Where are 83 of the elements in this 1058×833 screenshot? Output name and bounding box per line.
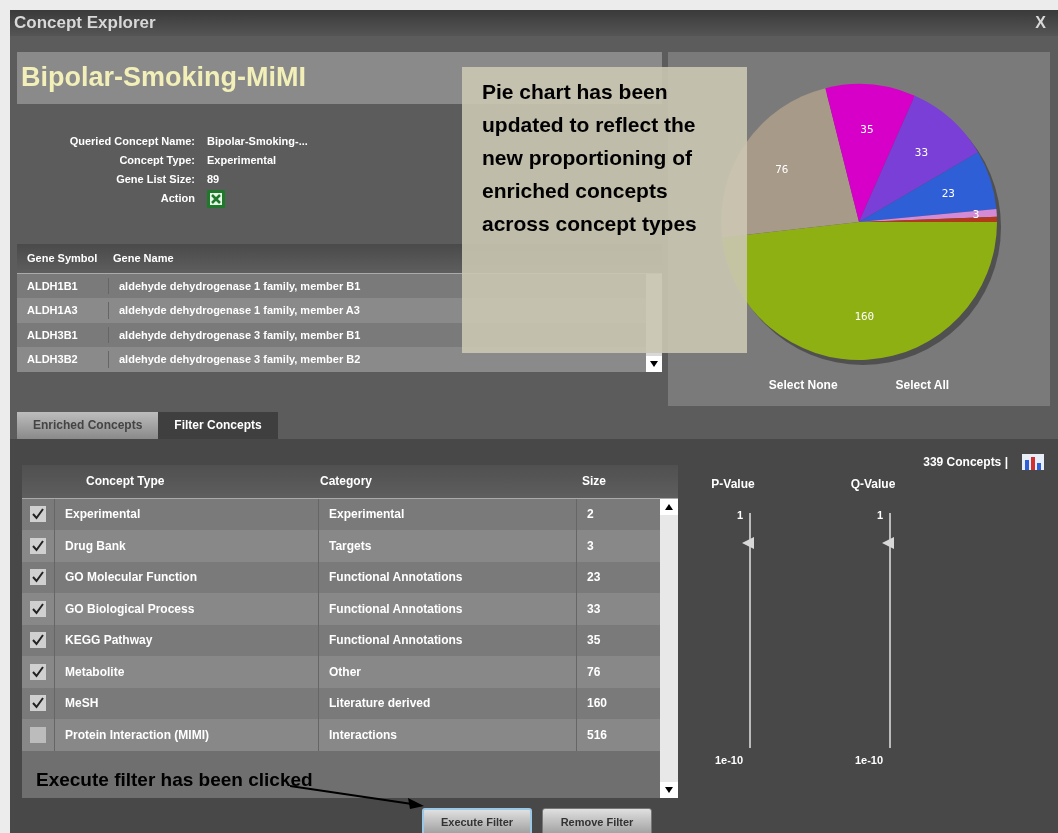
field-label: Gene List Size: <box>115 171 195 187</box>
table-cell: 33 <box>576 593 601 625</box>
slice-label: 76 <box>775 162 789 176</box>
field-value: Bipolar-Smoking-... <box>207 133 308 149</box>
tick-label: 1e-10 <box>714 753 744 768</box>
concept-title: Bipolar-Smoking-MiMI <box>21 61 306 95</box>
checkbox[interactable] <box>30 663 46 680</box>
tab[interactable]: Filter Concepts <box>158 411 278 439</box>
concept-row[interactable]: Protein Interaction (MIMI) Interactions 516 <box>22 719 660 751</box>
checkmark-icon <box>32 571 44 584</box>
scroll-up-icon[interactable] <box>665 503 673 510</box>
slider-thumb[interactable] <box>881 536 896 551</box>
field-value: 89 <box>207 171 220 187</box>
checkmark-icon <box>32 634 44 647</box>
filter-button[interactable]: Execute Filter <box>422 807 532 833</box>
table-cell: 3 <box>576 530 594 562</box>
concept-row[interactable]: Drug Bank Targets 3 <box>22 530 660 562</box>
gene-name: aldehyde dehydrogenase 1 family, member B1 <box>118 278 361 294</box>
scroll-down-icon[interactable] <box>650 360 658 367</box>
concept-row[interactable]: GO Molecular Function Functional Annotations 23 <box>22 561 660 593</box>
checkmark-icon <box>32 508 44 521</box>
gene-row[interactable]: ALDH3B2 aldehyde dehydrogenase 3 family, member B2 <box>17 347 646 372</box>
checkmark-icon <box>32 697 44 710</box>
table-cell: Other <box>318 656 576 688</box>
field-label: Action <box>159 190 195 206</box>
concept-row[interactable]: KEGG Pathway Functional Annotations 35 <box>22 624 660 656</box>
table-cell: GO Biological Process <box>54 593 318 625</box>
field-value: Experimental <box>207 152 277 168</box>
checkbox[interactable] <box>30 569 46 586</box>
checkmark-icon <box>32 602 44 615</box>
slice-label: 160 <box>854 309 875 323</box>
slider-label: Q-Value <box>850 475 896 493</box>
table-cell: Metabolite <box>54 656 318 688</box>
field-label: Concept Type: <box>118 152 195 168</box>
slider-label: P-Value <box>711 475 755 493</box>
concept-count: 339 Concepts | <box>923 453 1008 471</box>
checkbox[interactable] <box>30 726 46 743</box>
column-header[interactable]: Concept Type <box>60 472 318 490</box>
table-cell: Interactions <box>318 719 576 751</box>
checkbox[interactable] <box>30 537 46 554</box>
gene-name: aldehyde dehydrogenase 3 family, member B1 <box>118 327 361 343</box>
concept-row[interactable]: GO Biological Process Functional Annotations 33 <box>22 593 660 625</box>
checkbox[interactable] <box>30 632 46 649</box>
scrollbar[interactable] <box>660 498 678 798</box>
annotation-text: Execute filter has been clicked <box>36 768 313 792</box>
checkbox[interactable] <box>30 695 46 712</box>
checkbox[interactable] <box>30 506 46 523</box>
column-header[interactable]: Gene Symbol <box>17 249 109 267</box>
table-cell: Drug Bank <box>54 530 318 562</box>
concept-row[interactable]: MeSH Literature derived 160 <box>22 687 660 719</box>
concept-row[interactable]: Metabolite Other 76 <box>22 656 660 688</box>
checkbox[interactable] <box>30 600 46 617</box>
close-button[interactable]: X <box>1027 10 1054 35</box>
tick-label: 1e-10 <box>854 753 884 768</box>
slice-label: 35 <box>860 122 874 135</box>
slider-thumb[interactable] <box>741 536 756 551</box>
filter-button[interactable]: Remove Filter <box>542 807 652 833</box>
field-label: Queried Concept Name: <box>68 133 195 149</box>
column-header[interactable]: Category <box>318 472 576 490</box>
checkmark-icon <box>32 539 44 552</box>
table-cell: 76 <box>576 656 601 688</box>
table-cell: Functional Annotations <box>318 593 576 625</box>
select-link[interactable]: Select All <box>895 375 950 394</box>
column-header[interactable]: Size <box>576 472 606 490</box>
checkmark-icon <box>32 665 44 678</box>
column-header[interactable]: Gene Name <box>109 249 174 267</box>
table-cell: 516 <box>576 719 608 751</box>
table-cell: Protein Interaction (MIMI) <box>54 719 318 751</box>
bar-chart-icon[interactable] <box>1022 453 1044 470</box>
tab[interactable]: Enriched Concepts <box>17 411 159 439</box>
gene-name: aldehyde dehydrogenase 1 family, member A3 <box>118 303 360 318</box>
tick-label: 1 <box>876 507 884 523</box>
gene-name: aldehyde dehydrogenase 3 family, member B2 <box>118 352 361 367</box>
table-cell: Targets <box>318 530 576 562</box>
callout-text: Pie chart has been updated to reflect the new proportioning of enriched concepts across concept types <box>482 79 698 237</box>
slice-label: 23 <box>941 186 955 200</box>
slice-label: 33 <box>914 145 929 159</box>
spreadsheet-icon[interactable] <box>207 190 225 209</box>
select-link[interactable]: Select None <box>768 375 838 394</box>
window-title: Concept Explorer <box>14 12 156 34</box>
tick-label: 1 <box>736 507 744 523</box>
scroll-down-icon[interactable] <box>665 786 673 793</box>
concept-row[interactable]: Experimental Experimental 2 <box>22 498 660 530</box>
